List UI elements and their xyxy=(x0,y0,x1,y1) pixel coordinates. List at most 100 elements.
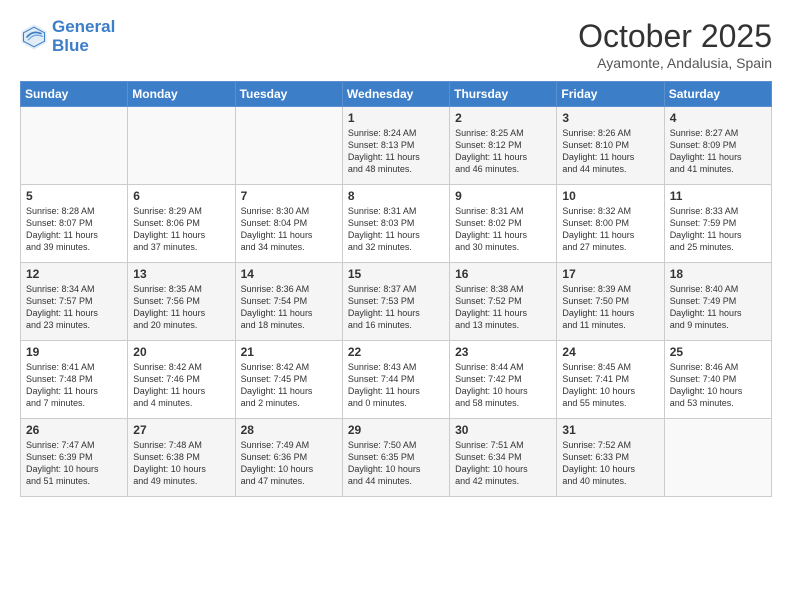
day-info: Sunrise: 8:44 AM Sunset: 7:42 PM Dayligh… xyxy=(455,361,551,410)
day-cell: 19Sunrise: 8:41 AM Sunset: 7:48 PM Dayli… xyxy=(21,341,128,419)
day-info: Sunrise: 8:34 AM Sunset: 7:57 PM Dayligh… xyxy=(26,283,122,332)
day-cell: 15 Sunrise: 8:37 AM Sunset: 7:53 PM Dayli… xyxy=(342,263,449,341)
col-header-friday: Friday xyxy=(557,82,664,107)
day-info: Sunrise: 8:33 AM Sunset: 7:59 PM Dayligh… xyxy=(670,205,766,254)
week-row-3: 12 Sunrise: 8:34 AM Sunset: 7:57 PM Dayli… xyxy=(21,263,772,341)
day-info: Sunrise: 8:43 AM Sunset: 7:44 PM Dayligh… xyxy=(348,361,444,410)
day-number: 9 xyxy=(455,189,551,203)
day-info: Sunrise: 8:26 AM Sunset: 8:10 PM Dayligh… xyxy=(562,127,658,176)
week-row-5: 26 Sunrise: 7:47 AM Sunset: 6:39 PM Dayli… xyxy=(21,419,772,497)
day-cell: 30 Sunrise: 7:51 AM Sunset: 6:34 PM Dayli… xyxy=(450,419,557,497)
day-cell: 13Sunrise: 8:35 AM Sunset: 7:56 PM Dayli… xyxy=(128,263,235,341)
col-header-saturday: Saturday xyxy=(664,82,771,107)
col-header-tuesday: Tuesday xyxy=(235,82,342,107)
day-cell xyxy=(21,107,128,185)
day-cell: 26 Sunrise: 7:47 AM Sunset: 6:39 PM Dayli… xyxy=(21,419,128,497)
day-cell: 1Sunrise: 8:24 AM Sunset: 8:13 PM Daylig… xyxy=(342,107,449,185)
day-info: Sunrise: 8:30 AM Sunset: 8:04 PM Dayligh… xyxy=(241,205,337,254)
day-number: 7 xyxy=(241,189,337,203)
day-number: 10 xyxy=(562,189,658,203)
day-info: Sunrise: 8:31 AM Sunset: 8:02 PM Dayligh… xyxy=(455,205,551,254)
day-info: Sunrise: 8:37 AM Sunset: 7:53 PM Dayligh… xyxy=(348,283,444,332)
day-number: 15 xyxy=(348,267,444,281)
header-row: SundayMondayTuesdayWednesdayThursdayFrid… xyxy=(21,82,772,107)
day-info: Sunrise: 8:32 AM Sunset: 8:00 PM Dayligh… xyxy=(562,205,658,254)
day-cell: 9 Sunrise: 8:31 AM Sunset: 8:02 PM Daylig… xyxy=(450,185,557,263)
calendar-title: October 2025 xyxy=(578,18,772,55)
day-cell: 23Sunrise: 8:44 AM Sunset: 7:42 PM Dayli… xyxy=(450,341,557,419)
day-info: Sunrise: 8:35 AM Sunset: 7:56 PM Dayligh… xyxy=(133,283,229,332)
day-number: 17 xyxy=(562,267,658,281)
day-info: Sunrise: 8:31 AM Sunset: 8:03 PM Dayligh… xyxy=(348,205,444,254)
day-info: Sunrise: 8:27 AM Sunset: 8:09 PM Dayligh… xyxy=(670,127,766,176)
logo-icon xyxy=(20,23,48,51)
day-number: 29 xyxy=(348,423,444,437)
day-info: Sunrise: 7:49 AM Sunset: 6:36 PM Dayligh… xyxy=(241,439,337,488)
week-row-4: 19Sunrise: 8:41 AM Sunset: 7:48 PM Dayli… xyxy=(21,341,772,419)
day-info: Sunrise: 8:45 AM Sunset: 7:41 PM Dayligh… xyxy=(562,361,658,410)
day-info: Sunrise: 8:36 AM Sunset: 7:54 PM Dayligh… xyxy=(241,283,337,332)
day-info: Sunrise: 7:50 AM Sunset: 6:35 PM Dayligh… xyxy=(348,439,444,488)
day-info: Sunrise: 8:28 AM Sunset: 8:07 PM Dayligh… xyxy=(26,205,122,254)
day-cell: 17 Sunrise: 8:39 AM Sunset: 7:50 PM Dayli… xyxy=(557,263,664,341)
day-cell: 4 Sunrise: 8:27 AM Sunset: 8:09 PM Daylig… xyxy=(664,107,771,185)
day-number: 16 xyxy=(455,267,551,281)
calendar-page: General Blue October 2025 Ayamonte, Anda… xyxy=(0,0,792,612)
calendar-subtitle: Ayamonte, Andalusia, Spain xyxy=(578,55,772,71)
day-number: 28 xyxy=(241,423,337,437)
day-info: Sunrise: 7:52 AM Sunset: 6:33 PM Dayligh… xyxy=(562,439,658,488)
day-cell: 25 Sunrise: 8:46 AM Sunset: 7:40 PM Dayli… xyxy=(664,341,771,419)
header: General Blue October 2025 Ayamonte, Anda… xyxy=(20,18,772,71)
day-number: 22 xyxy=(348,345,444,359)
col-header-sunday: Sunday xyxy=(21,82,128,107)
day-number: 5 xyxy=(26,189,122,203)
day-cell: 14 Sunrise: 8:36 AM Sunset: 7:54 PM Dayli… xyxy=(235,263,342,341)
day-cell: 28 Sunrise: 7:49 AM Sunset: 6:36 PM Dayli… xyxy=(235,419,342,497)
day-info: Sunrise: 8:39 AM Sunset: 7:50 PM Dayligh… xyxy=(562,283,658,332)
col-header-thursday: Thursday xyxy=(450,82,557,107)
day-cell: 27Sunrise: 7:48 AM Sunset: 6:38 PM Dayli… xyxy=(128,419,235,497)
day-cell: 10 Sunrise: 8:32 AM Sunset: 8:00 PM Dayli… xyxy=(557,185,664,263)
day-cell: 6Sunrise: 8:29 AM Sunset: 8:06 PM Daylig… xyxy=(128,185,235,263)
day-info: Sunrise: 8:24 AM Sunset: 8:13 PM Dayligh… xyxy=(348,127,444,176)
day-cell: 22 Sunrise: 8:43 AM Sunset: 7:44 PM Dayli… xyxy=(342,341,449,419)
day-cell: 11 Sunrise: 8:33 AM Sunset: 7:59 PM Dayli… xyxy=(664,185,771,263)
title-block: October 2025 Ayamonte, Andalusia, Spain xyxy=(578,18,772,71)
day-number: 31 xyxy=(562,423,658,437)
day-number: 12 xyxy=(26,267,122,281)
day-cell xyxy=(664,419,771,497)
logo: General Blue xyxy=(20,18,115,55)
day-number: 24 xyxy=(562,345,658,359)
day-number: 25 xyxy=(670,345,766,359)
day-cell: 12 Sunrise: 8:34 AM Sunset: 7:57 PM Dayli… xyxy=(21,263,128,341)
col-header-wednesday: Wednesday xyxy=(342,82,449,107)
week-row-1: 1Sunrise: 8:24 AM Sunset: 8:13 PM Daylig… xyxy=(21,107,772,185)
day-cell xyxy=(235,107,342,185)
day-number: 21 xyxy=(241,345,337,359)
day-number: 11 xyxy=(670,189,766,203)
day-info: Sunrise: 7:51 AM Sunset: 6:34 PM Dayligh… xyxy=(455,439,551,488)
day-cell: 29 Sunrise: 7:50 AM Sunset: 6:35 PM Dayli… xyxy=(342,419,449,497)
day-cell: 3Sunrise: 8:26 AM Sunset: 8:10 PM Daylig… xyxy=(557,107,664,185)
day-cell: 20Sunrise: 8:42 AM Sunset: 7:46 PM Dayli… xyxy=(128,341,235,419)
day-number: 30 xyxy=(455,423,551,437)
day-cell: 24 Sunrise: 8:45 AM Sunset: 7:41 PM Dayli… xyxy=(557,341,664,419)
day-number: 6 xyxy=(133,189,229,203)
day-number: 19 xyxy=(26,345,122,359)
day-number: 20 xyxy=(133,345,229,359)
col-header-monday: Monday xyxy=(128,82,235,107)
day-cell: 5 Sunrise: 8:28 AM Sunset: 8:07 PM Daylig… xyxy=(21,185,128,263)
day-cell: 2Sunrise: 8:25 AM Sunset: 8:12 PM Daylig… xyxy=(450,107,557,185)
day-number: 27 xyxy=(133,423,229,437)
day-number: 26 xyxy=(26,423,122,437)
logo-text: General Blue xyxy=(52,18,115,55)
day-number: 18 xyxy=(670,267,766,281)
day-number: 14 xyxy=(241,267,337,281)
day-info: Sunrise: 8:38 AM Sunset: 7:52 PM Dayligh… xyxy=(455,283,551,332)
day-number: 4 xyxy=(670,111,766,125)
day-info: Sunrise: 8:46 AM Sunset: 7:40 PM Dayligh… xyxy=(670,361,766,410)
day-info: Sunrise: 7:47 AM Sunset: 6:39 PM Dayligh… xyxy=(26,439,122,488)
day-info: Sunrise: 8:25 AM Sunset: 8:12 PM Dayligh… xyxy=(455,127,551,176)
day-cell: 18Sunrise: 8:40 AM Sunset: 7:49 PM Dayli… xyxy=(664,263,771,341)
day-info: Sunrise: 8:42 AM Sunset: 7:45 PM Dayligh… xyxy=(241,361,337,410)
